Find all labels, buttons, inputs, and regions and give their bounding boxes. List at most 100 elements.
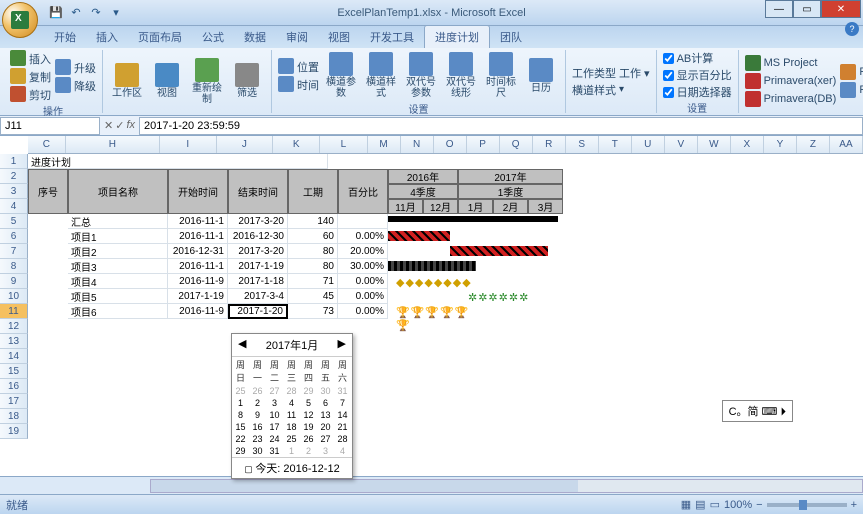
header-month[interactable]: 2月	[493, 199, 528, 214]
dp-day[interactable]: 31	[266, 445, 283, 457]
gantt-style-button[interactable]: 横道样式	[363, 50, 399, 101]
row-header[interactable]: 8	[0, 259, 28, 274]
dp-day[interactable]: 19	[300, 421, 317, 433]
cell-pct[interactable]: 30.00%	[338, 259, 388, 274]
copy-button[interactable]: 复制	[10, 68, 51, 85]
column-header[interactable]: T	[599, 136, 632, 153]
dp-day[interactable]: 29	[232, 445, 249, 457]
row-header[interactable]: 6	[0, 229, 28, 244]
workarea-button[interactable]: 工作区	[109, 61, 145, 101]
gantt-bar[interactable]	[388, 216, 558, 222]
name-box[interactable]: J11	[0, 117, 100, 135]
gantt-params-button[interactable]: 横道参数	[323, 50, 359, 101]
cell-pct[interactable]: 0.00%	[338, 304, 388, 319]
column-header[interactable]: X	[731, 136, 764, 153]
column-header[interactable]: K	[273, 136, 320, 153]
dp-day[interactable]: 20	[317, 421, 334, 433]
gantt-bar[interactable]: ◆◆◆◆◆◆◆◆	[396, 276, 468, 286]
row-header[interactable]: 18	[0, 409, 28, 424]
cell-pct[interactable]: 20.00%	[338, 244, 388, 259]
column-header[interactable]: L	[320, 136, 367, 153]
header-month[interactable]: 11月	[388, 199, 423, 214]
column-header[interactable]: Z	[797, 136, 830, 153]
header-end[interactable]: 结束时间	[228, 169, 288, 214]
qat-save-icon[interactable]: 💾	[48, 5, 64, 21]
cut-button[interactable]: 剪切	[10, 86, 51, 103]
datepicker-today[interactable]: ▢ 今天: 2016-12-12	[232, 457, 352, 478]
dp-day[interactable]: 11	[283, 409, 300, 421]
ribbon-tab-1[interactable]: 插入	[86, 26, 128, 48]
dp-day[interactable]: 30	[317, 385, 334, 397]
primavera-db-link[interactable]: Primavera(DB)	[745, 91, 837, 108]
cell-pct[interactable]: 0.00%	[338, 289, 388, 304]
ribbon-tab-3[interactable]: 公式	[192, 26, 234, 48]
maximize-button[interactable]: ▭	[793, 0, 821, 18]
cell-dur[interactable]: 80	[288, 244, 338, 259]
planner-link[interactable]: Planner	[840, 82, 863, 99]
cell-name[interactable]: 汇总	[68, 214, 168, 229]
header-pct[interactable]: 百分比	[338, 169, 388, 214]
ribbon-tab-0[interactable]: 开始	[44, 26, 86, 48]
row-header[interactable]: 3	[0, 184, 28, 199]
column-header[interactable]: W	[698, 136, 731, 153]
column-header[interactable]: S	[566, 136, 599, 153]
zoom-slider[interactable]	[767, 503, 847, 507]
row-header[interactable]: 10	[0, 289, 28, 304]
view-layout-icon[interactable]: ▤	[695, 498, 705, 511]
redraw-button[interactable]: 重新绘制	[189, 56, 225, 107]
header-month[interactable]: 3月	[528, 199, 563, 214]
dp-day[interactable]: 31	[334, 385, 351, 397]
cell-pct[interactable]	[338, 214, 388, 229]
cell-name[interactable]: 项目3	[68, 259, 168, 274]
powerproject-link[interactable]: PowerProject	[840, 64, 863, 81]
ribbon-tab-7[interactable]: 开发工具	[360, 26, 424, 48]
calendar-button[interactable]: 日历	[523, 56, 559, 96]
filter-button[interactable]: 筛选	[229, 61, 265, 101]
dp-day[interactable]: 25	[283, 433, 300, 445]
dp-day[interactable]: 4	[334, 445, 351, 457]
column-header[interactable]: R	[533, 136, 566, 153]
cancel-icon[interactable]: ✕	[104, 119, 113, 132]
column-header[interactable]: U	[632, 136, 665, 153]
gantt-bar[interactable]: 🏆🏆🏆🏆🏆🏆	[396, 306, 473, 316]
dp-day[interactable]: 28	[334, 433, 351, 445]
dp-day[interactable]: 26	[249, 385, 266, 397]
ribbon-tab-6[interactable]: 视图	[318, 26, 360, 48]
gantt-bar[interactable]	[388, 261, 476, 271]
dp-day[interactable]: 22	[232, 433, 249, 445]
view-normal-icon[interactable]: ▦	[681, 498, 691, 511]
cell-name[interactable]: 项目2	[68, 244, 168, 259]
header-seq[interactable]: 序号	[28, 169, 68, 214]
zoom-out-icon[interactable]: −	[756, 499, 762, 511]
formula-bar[interactable]: 2017-1-20 23:59:59	[139, 117, 863, 135]
time-button[interactable]: 时间	[278, 76, 319, 93]
cell-name[interactable]: 项目4	[68, 274, 168, 289]
dp-day[interactable]: 10	[266, 409, 283, 421]
row-header[interactable]: 2	[0, 169, 28, 184]
accept-icon[interactable]: ✓	[115, 119, 124, 132]
dp-day[interactable]: 3	[317, 445, 334, 457]
dp-day[interactable]: 18	[283, 421, 300, 433]
qat-undo-icon[interactable]: ↶	[68, 5, 84, 21]
demote-button[interactable]: 降级	[55, 77, 96, 94]
header-month[interactable]: 12月	[423, 199, 458, 214]
cell-name[interactable]: 项目6	[68, 304, 168, 319]
column-header[interactable]: N	[401, 136, 434, 153]
cell-dur[interactable]: 60	[288, 229, 338, 244]
column-header[interactable]: J	[217, 136, 274, 153]
column-header[interactable]: V	[665, 136, 698, 153]
worktype-dropdown[interactable]: 工作类型 工作 ▾	[572, 65, 650, 81]
zoom-in-icon[interactable]: +	[851, 499, 857, 511]
cell-dur[interactable]: 80	[288, 259, 338, 274]
column-header[interactable]: Y	[764, 136, 797, 153]
cell-end[interactable]: 2017-3-4	[228, 289, 288, 304]
row-header[interactable]: 14	[0, 349, 28, 364]
header-month[interactable]: 1月	[458, 199, 493, 214]
timescale-button[interactable]: 时间标尺	[483, 50, 519, 101]
view-break-icon[interactable]: ▭	[710, 498, 720, 511]
row-header[interactable]: 19	[0, 424, 28, 439]
row-header[interactable]: 5	[0, 214, 28, 229]
datepicker-check[interactable]: 日期选择器	[663, 84, 732, 100]
ribbon-tab-9[interactable]: 团队	[490, 26, 532, 48]
column-header[interactable]: C	[28, 136, 66, 153]
